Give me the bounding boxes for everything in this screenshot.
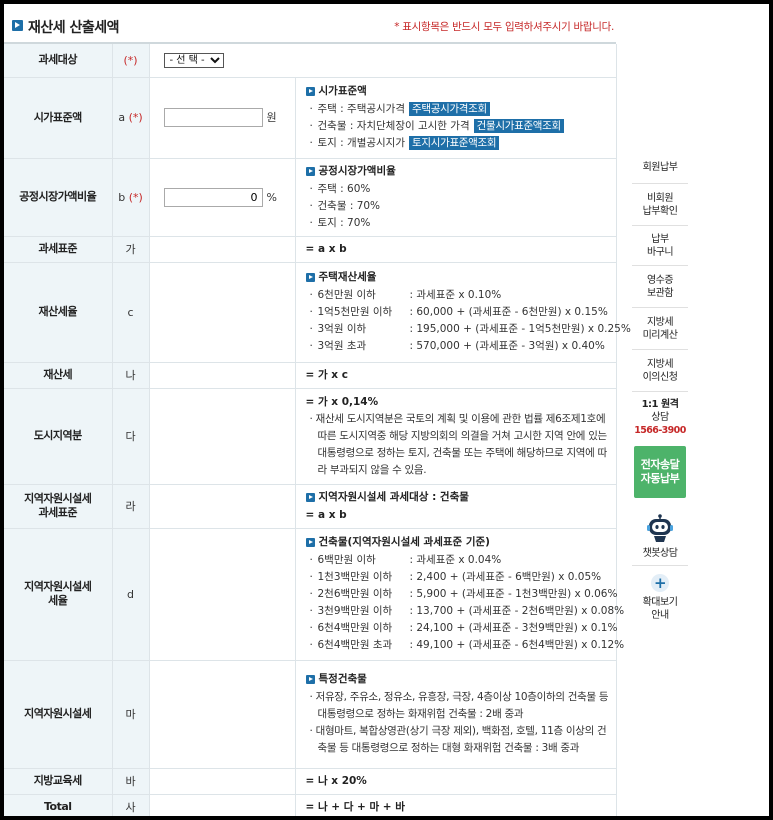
- row-label: 과세대상: [4, 44, 113, 78]
- formula: = 나 x 20%: [305, 774, 367, 787]
- ratio-desc: 공정시장가액비율 · 주택 : 60% · 건축물 : 70% · 토지 : 70%: [295, 158, 617, 237]
- quick-menu: 회원납부 비회원 납부확인 납부 바구니 영수증 보관함 지방세 미리계산 지방세 이의신…: [632, 152, 688, 624]
- row-label: Total: [4, 794, 113, 816]
- chatbot-icon: [646, 513, 674, 544]
- tax-calc-table: 과세대상 (*) - 선 택 - 시가표준액 a (*) 원 시가표준액 · 주택…: [4, 44, 631, 816]
- rate-desc: 주택재산세율 · 6천만원 이하: 과세표준 x 0.10% · 1억5천만원 이하…: [295, 262, 631, 363]
- quick-remote-consult[interactable]: 1:1 원격 상담 1566-3900: [632, 392, 688, 442]
- row-label: 지방교육세: [4, 768, 113, 795]
- quick-member-pay[interactable]: 회원납부: [632, 152, 688, 184]
- row-label: 시가표준액: [4, 77, 113, 159]
- required-note: * 표시항목은 반드시 모두 입력하셔주시기 바랍니다.: [394, 21, 614, 33]
- quick-receipt[interactable]: 영수증 보관함: [632, 266, 688, 308]
- row-label: 공정시장가액비율: [4, 158, 113, 237]
- phone-number: 1566-3900: [634, 424, 686, 436]
- quick-nonmember-check[interactable]: 비회원 납부확인: [632, 184, 688, 226]
- quick-basket[interactable]: 납부 바구니: [632, 226, 688, 266]
- row-label: 도시지역분: [4, 388, 113, 485]
- formula: = a x b: [305, 242, 347, 255]
- row-symbol: (*): [112, 44, 150, 78]
- formula: = 나 + 다 + 마 + 바: [305, 800, 405, 813]
- formula: = a x b: [305, 508, 347, 521]
- row-market: 시가표준액 a (*) 원 시가표준액 · 주택 : 주택공시가격 주택공시가격조회…: [4, 77, 617, 159]
- regrate-desc: 건축물(지역자원시설세 과세표준 기준) · 6백만원 이하: 과세표준 x 0.…: [295, 528, 624, 661]
- row-symbol: 나: [112, 362, 150, 389]
- quick-precalc[interactable]: 지방세 미리계산: [632, 308, 688, 350]
- desc-title: 건축물(지역자원시설세 과세표준 기준): [305, 534, 610, 551]
- row-rate: 재산세율 c 주택재산세율 · 6천만원 이하: 과세표준 x 0.10% · 1억…: [4, 262, 631, 363]
- desc-title: 특정건축물: [305, 671, 610, 688]
- row-base: 과세표준 가 = a x b: [4, 236, 617, 263]
- plus-icon: +: [651, 574, 669, 592]
- row-symbol: 다: [112, 388, 150, 485]
- market-price-input[interactable]: [163, 108, 263, 127]
- row-label: 재산세율: [4, 262, 113, 363]
- desc-title: 공정시장가액비율: [305, 163, 610, 180]
- calculator-window: 재산세 산출세액 * 표시항목은 반드시 모두 입력하셔주시기 바랍니다. 과세…: [4, 4, 769, 816]
- quick-objection[interactable]: 지방세 이의신청: [632, 350, 688, 392]
- row-symbol: a (*): [112, 77, 150, 159]
- target-select[interactable]: - 선 택 -: [163, 52, 224, 68]
- desc-title: 시가표준액: [305, 83, 610, 100]
- row-label: 지역자원시설세: [4, 660, 113, 769]
- unit-label: %: [266, 190, 277, 204]
- row-label: 재산세: [4, 362, 113, 389]
- row-edu: 지방교육세 바 = 나 x 20%: [4, 768, 617, 795]
- house-price-lookup-button[interactable]: 주택공시가격조회: [409, 102, 490, 116]
- page-title: 재산세 산출세액: [28, 20, 120, 36]
- row-symbol: 바: [112, 768, 150, 795]
- quick-auto-pay-button[interactable]: 전자송달 자동납부: [634, 446, 686, 498]
- row-city: 도시지역분 다 = 가 x 0,14% · 재산세 도시지역분은 국토의 계획 …: [4, 388, 617, 485]
- row-symbol: 마: [112, 660, 150, 769]
- row-symbol: d: [112, 528, 150, 661]
- row-ratio: 공정시장가액비율 b (*) % 공정시장가액비율 ·주택 : 60% ·건축물…: [4, 158, 617, 237]
- unit-label: 원: [266, 111, 277, 124]
- market-desc: 시가표준액 · 주택 : 주택공시가격 주택공시가격조회 · 건축물 : 자치단체장이…: [295, 77, 617, 159]
- row-symbol: 사: [112, 794, 150, 816]
- row-regbase: 지역자원시설세 과세표준 라 지역자원시설세 과세대상 : 건축물 = a x b: [4, 484, 617, 529]
- row-symbol: 라: [112, 484, 150, 529]
- building-price-lookup-button[interactable]: 건물시가표준액조회: [473, 119, 564, 133]
- row-label: 지역자원시설세 과세표준: [4, 484, 113, 529]
- quick-chatbot[interactable]: 챗봇상담: [632, 504, 688, 566]
- row-regrate: 지역자원시설세 세율 d 건축물(지역자원시설세 과세표준 기준) · 6백만원 이…: [4, 528, 624, 661]
- arrow-box-icon: [12, 20, 23, 31]
- desc-title: 주택재산세율: [305, 269, 610, 286]
- row-label: 과세표준: [4, 236, 113, 263]
- row-total: Total 사 = 나 + 다 + 마 + 바: [4, 794, 617, 816]
- row-label: 지역자원시설세 세율: [4, 528, 113, 661]
- ratio-input[interactable]: [163, 187, 263, 207]
- row-symbol: c: [112, 262, 150, 363]
- row-symbol: 가: [112, 236, 150, 263]
- row-symbol: b (*): [112, 158, 150, 237]
- formula: = 가 x 0,14%: [305, 395, 379, 408]
- row-regtax: 지역자원시설세 마 특정건축물 · 저유장, 주유소, 정유소, 유흥장, 극장…: [4, 660, 617, 769]
- desc-title: 지역자원시설세 과세대상 : 건축물: [305, 489, 610, 506]
- row-tax: 재산세 나 = 가 x c: [4, 362, 617, 389]
- row-target: 과세대상 (*) - 선 택 -: [4, 44, 617, 78]
- section-header: 재산세 산출세액 * 표시항목은 반드시 모두 입력하셔주시기 바랍니다.: [4, 4, 616, 44]
- land-price-lookup-button[interactable]: 토지시가표준액조회: [409, 136, 500, 150]
- formula: = 가 x c: [305, 368, 348, 381]
- quick-zoom-guide[interactable]: + 확대보기 안내: [632, 566, 688, 624]
- city-note: · 재산세 도시지역분은 국토의 계획 및 이용에 관한 법률 제6조제1호에 …: [309, 412, 608, 476]
